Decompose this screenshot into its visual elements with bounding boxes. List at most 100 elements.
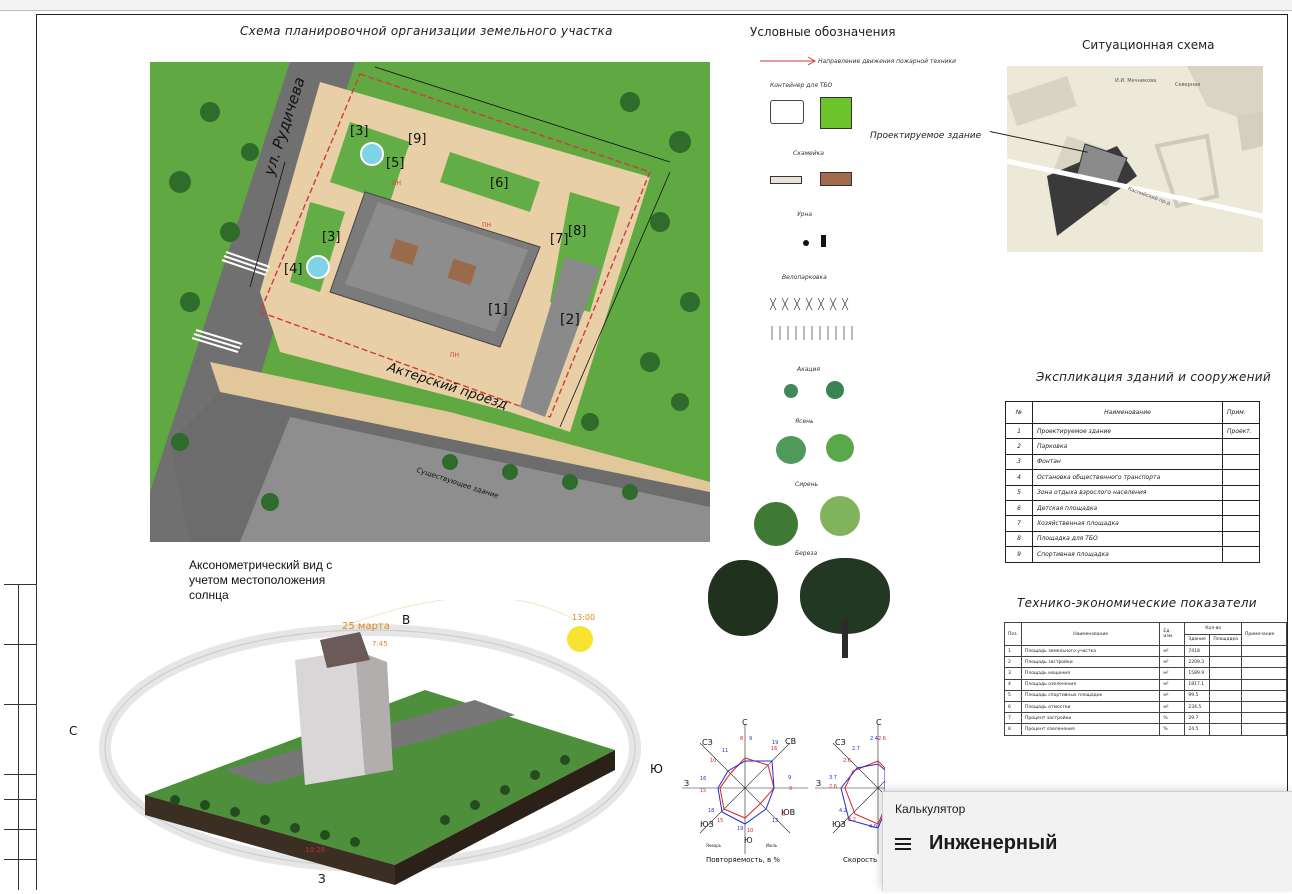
cell: 4	[1004, 678, 1022, 691]
legend-ash-label: Ясень	[795, 418, 814, 425]
map-street-mechnikova: И.И. Мечникова	[1115, 78, 1157, 84]
cell: 7418	[1184, 644, 1211, 658]
birch-icon	[708, 560, 778, 636]
top-window-strip	[0, 0, 1292, 11]
stamp-column	[4, 584, 37, 890]
bench-top-icon	[770, 176, 802, 184]
cell-name: Площадка для ТБО	[1032, 530, 1223, 548]
rose1-value: 13	[772, 818, 779, 824]
table-row: 4 Остановка общественного транспорта	[1005, 469, 1260, 486]
fire-passage-label: ПН	[450, 352, 460, 359]
rose2-value: 2.6	[843, 758, 851, 764]
cell-name: Зона отдыха взрослого населения	[1032, 484, 1223, 501]
acacia-icon	[784, 384, 798, 398]
plan-label-6: [6]	[490, 176, 509, 191]
cell-num: 9	[1005, 546, 1033, 563]
cell	[1209, 656, 1242, 669]
hamburger-menu-icon[interactable]	[895, 838, 911, 850]
rose2-caption: Скорость	[843, 856, 878, 864]
cell-name: Спортивная площадка	[1032, 546, 1223, 563]
plan-label-3a: [3]	[350, 124, 369, 139]
plan-label-9: [9]	[408, 132, 427, 147]
legend-bench-label: Скамейка	[793, 150, 824, 157]
cell: %	[1159, 712, 1186, 725]
header-cell: Наименование	[1020, 622, 1161, 646]
explication-title: Экспликация зданий и сооружений	[1036, 370, 1271, 384]
legend-fire-route: Направление движения пожарной техники	[818, 58, 957, 65]
rose2-dir-w: З	[816, 779, 822, 788]
cell-note	[1222, 530, 1260, 548]
cell	[1241, 678, 1287, 691]
calculator-mode-title: Инженерный	[929, 832, 1058, 854]
tep-title: Технико-экономические показатели	[1017, 596, 1257, 610]
explication-header-row: № Наименование Прим.	[1005, 401, 1260, 424]
legend-lilac-label: Сирень	[795, 481, 819, 488]
legend-title: Условные обозначения	[750, 25, 896, 39]
plan-label-4: [4]	[284, 262, 303, 277]
table-row: 3 Площадь мощения м² 1589.9	[1004, 667, 1287, 680]
cell: 6	[1004, 700, 1022, 714]
table-row: 5 Площадь спортивных площадок м² 99.5	[1004, 689, 1287, 702]
cell	[1241, 656, 1287, 669]
cell-note: Проект.	[1222, 422, 1260, 440]
cell	[1209, 678, 1242, 691]
cell	[1241, 667, 1287, 680]
table-row: 7 Процент застройки% 29.7	[1004, 712, 1287, 725]
cell: 24.5	[1184, 723, 1211, 736]
cell	[1209, 644, 1242, 658]
rose1-value: 9	[788, 775, 792, 781]
cell: Площадь озеленения	[1020, 678, 1161, 691]
cell: Площадь земельного участка	[1020, 644, 1161, 658]
calculator-window[interactable]: Калькулятор Инженерный	[882, 791, 1292, 891]
ash-icon	[776, 436, 806, 464]
cell-name: Остановка общественного транспорта	[1032, 469, 1223, 486]
cell-name: Парковка	[1032, 438, 1223, 455]
cell: 2	[1004, 656, 1022, 669]
cell: 29.7	[1184, 712, 1211, 725]
compass-north-label: В	[402, 613, 411, 627]
rose2-value: 4.0	[869, 824, 877, 830]
cell: 1589.9	[1184, 667, 1211, 680]
cell-name: Проектируемое здание	[1032, 422, 1223, 440]
situation-map: И.И. Мечникова Северная Каспийский пр-д	[1007, 66, 1263, 252]
lilac-icon	[754, 502, 798, 546]
plan-label-5: [5]	[386, 156, 405, 171]
fire-passage-label: ПН	[482, 222, 492, 229]
cell-num: 2	[1005, 438, 1033, 455]
header-cell: Наименование	[1032, 401, 1223, 424]
sun-icon	[567, 626, 593, 652]
rose2-dir-n: С	[876, 718, 882, 727]
header-cell: Кол-во	[1184, 622, 1242, 635]
table-row: 5 Зона отдыха взрослого населения	[1005, 484, 1260, 501]
cell	[1209, 667, 1242, 680]
rose2-value: 2.4	[870, 736, 878, 742]
plan-label-2: [2]	[560, 312, 580, 328]
rose1-value: 15	[717, 818, 724, 824]
table-row: 1 Проектируемое здание Проект.	[1005, 422, 1260, 440]
map-street-severnaya: Северная	[1175, 82, 1201, 88]
sun-time-label: 13:00	[572, 613, 596, 622]
rose1-dir-ne: СВ	[785, 737, 797, 746]
cell	[1241, 723, 1287, 736]
cell: Процент застройки	[1020, 712, 1161, 725]
cell: 2209.3	[1184, 656, 1211, 669]
cell: Площадь отмостки	[1020, 700, 1161, 714]
rose2-value: 2.6	[878, 736, 886, 742]
rose1-month-a: Январь	[706, 843, 722, 848]
legend-urn-label: Урна	[797, 211, 813, 218]
legend-container-label: Контейнер для ТБО	[770, 82, 833, 89]
situation-map-drawing	[1007, 66, 1263, 252]
header-cell: Поз.	[1004, 622, 1022, 646]
cell: Площадь спортивных площадок	[1020, 689, 1161, 702]
cell-note	[1222, 438, 1260, 455]
cell-name: Хозяйственная площадка	[1032, 515, 1223, 532]
rose1-value: 19	[737, 826, 744, 832]
table-row: 6 Площадь отмостки м² 234.5	[1004, 700, 1287, 714]
rose1-value: 8	[740, 736, 744, 742]
rose1-dir-nw: СЗ	[702, 738, 713, 747]
cell-num: 5	[1005, 484, 1033, 501]
cell: 5	[1004, 689, 1022, 702]
rose1-value: 11	[722, 748, 729, 754]
urn-top-icon	[803, 240, 809, 246]
table-row: 9 Спортивная площадка	[1005, 546, 1260, 563]
